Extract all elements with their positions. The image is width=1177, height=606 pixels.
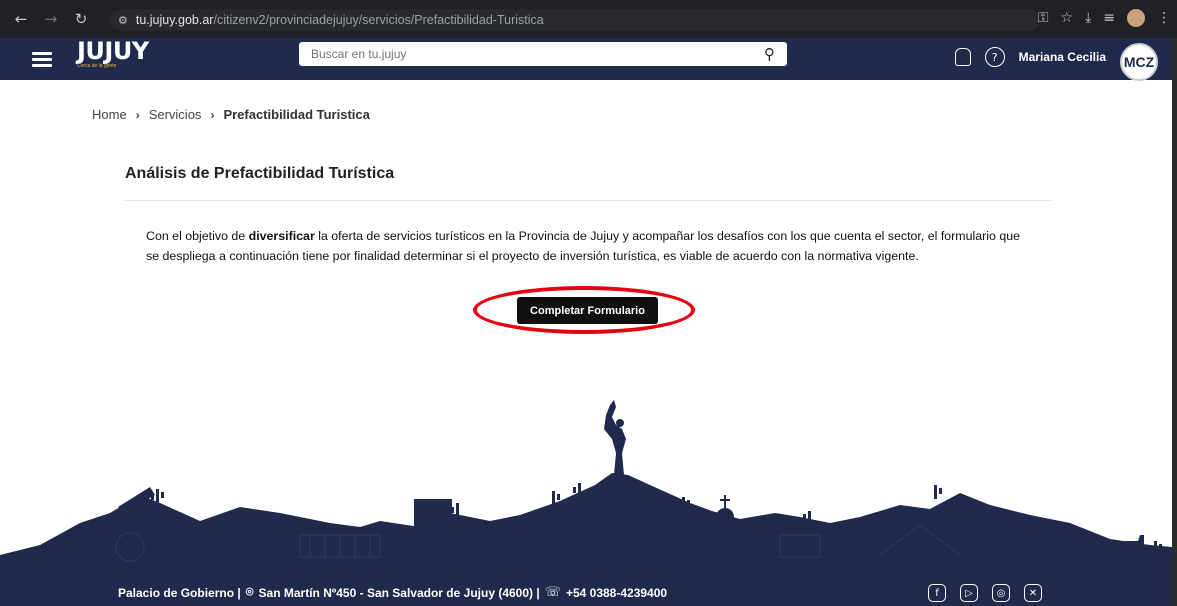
forward-icon[interactable]: → (40, 10, 62, 28)
url-path: /citizenv2/provinciadejujuy/servicios/Pr… (213, 13, 544, 27)
jujuy-skyline-illustration (0, 400, 1172, 580)
page-title: Análisis de Prefactibilidad Turística (125, 165, 395, 182)
browser-toolbar: ← → ↻ ⚙ tu.jujuy.gob.ar/citizenv2/provin… (0, 0, 1177, 38)
page-scrollbar[interactable] (1172, 38, 1177, 606)
address-url: tu.jujuy.gob.ar/citizenv2/provinciadejuj… (136, 13, 544, 27)
description-highlight: diversificar (248, 229, 315, 243)
reading-list-icon[interactable]: ≡ (1103, 10, 1115, 26)
complete-form-button[interactable]: Completar Formulario (517, 297, 658, 324)
footer-address: San Martín Nº450 - San Salvador de Jujuy… (258, 585, 540, 600)
site-header: JUJUY Cerca de la gente ⚲ ? Mariana Ceci… (0, 38, 1172, 81)
reload-icon[interactable]: ↻ (70, 10, 92, 28)
location-pin-icon: ⌾ (245, 585, 254, 600)
footer-phone[interactable]: +54 0388-4239400 (566, 586, 667, 600)
footer-place: Palacio de Gobierno | (118, 585, 241, 600)
social-links: f ▷ ◎ ✕ (928, 584, 1042, 602)
password-key-icon[interactable]: ⚿ (1038, 10, 1049, 26)
phone-icon: ☏ (544, 585, 561, 600)
search-bar: ⚲ (299, 42, 787, 66)
site-logo[interactable]: JUJUY (77, 39, 149, 63)
breadcrumb-current: Prefactibilidad Turistica (223, 107, 370, 122)
hamburger-menu-icon[interactable] (32, 52, 52, 67)
user-name[interactable]: Mariana Cecilia (1019, 50, 1106, 64)
header-user-area: ? Mariana Cecilia MCZ (954, 38, 1158, 81)
breadcrumb-home[interactable]: Home (92, 107, 127, 122)
title-divider (125, 200, 1051, 201)
x-twitter-icon[interactable]: ✕ (1024, 584, 1042, 602)
bookmark-star-icon[interactable]: ☆ (1061, 10, 1074, 26)
user-avatar[interactable]: MCZ (1120, 43, 1158, 81)
description-text-start: Con el objetivo de (146, 229, 249, 243)
search-icon[interactable]: ⚲ (764, 45, 775, 63)
breadcrumb-services[interactable]: Servicios (149, 107, 202, 122)
youtube-icon[interactable]: ▷ (960, 584, 978, 602)
logo-tagline: Cerca de la gente (77, 63, 117, 69)
chevron-right-icon: › (135, 107, 140, 122)
help-icon[interactable]: ? (984, 47, 1005, 67)
url-host: tu.jujuy.gob.ar (135, 13, 214, 27)
notification-bell-icon[interactable] (954, 48, 971, 66)
page: ← → ↻ ⚙ tu.jujuy.gob.ar/citizenv2/provin… (0, 0, 1177, 606)
breadcrumb: Home › Servicios › Prefactibilidad Turis… (92, 107, 370, 122)
service-description: Con el objetivo de diversificar la ofert… (146, 226, 1026, 266)
footer-contact: Palacio de Gobierno | ⌾ San Martín Nº450… (118, 585, 667, 600)
site-info-icon[interactable]: ⚙ (118, 14, 128, 27)
browser-menu-icon[interactable]: ⋮ (1157, 10, 1171, 26)
instagram-icon[interactable]: ◎ (992, 584, 1010, 602)
download-icon[interactable]: ⤓ (1085, 10, 1091, 26)
facebook-icon[interactable]: f (928, 584, 946, 602)
address-bar[interactable]: ⚙ tu.jujuy.gob.ar/citizenv2/provinciadej… (110, 9, 1040, 31)
search-input[interactable] (311, 47, 764, 61)
back-icon[interactable]: ← (10, 10, 32, 28)
chevron-right-icon: › (210, 107, 215, 122)
browser-actions: ⚿ ☆ ⤓ ≡ ⋮ (1038, 9, 1171, 27)
browser-profile-avatar[interactable] (1127, 9, 1145, 27)
